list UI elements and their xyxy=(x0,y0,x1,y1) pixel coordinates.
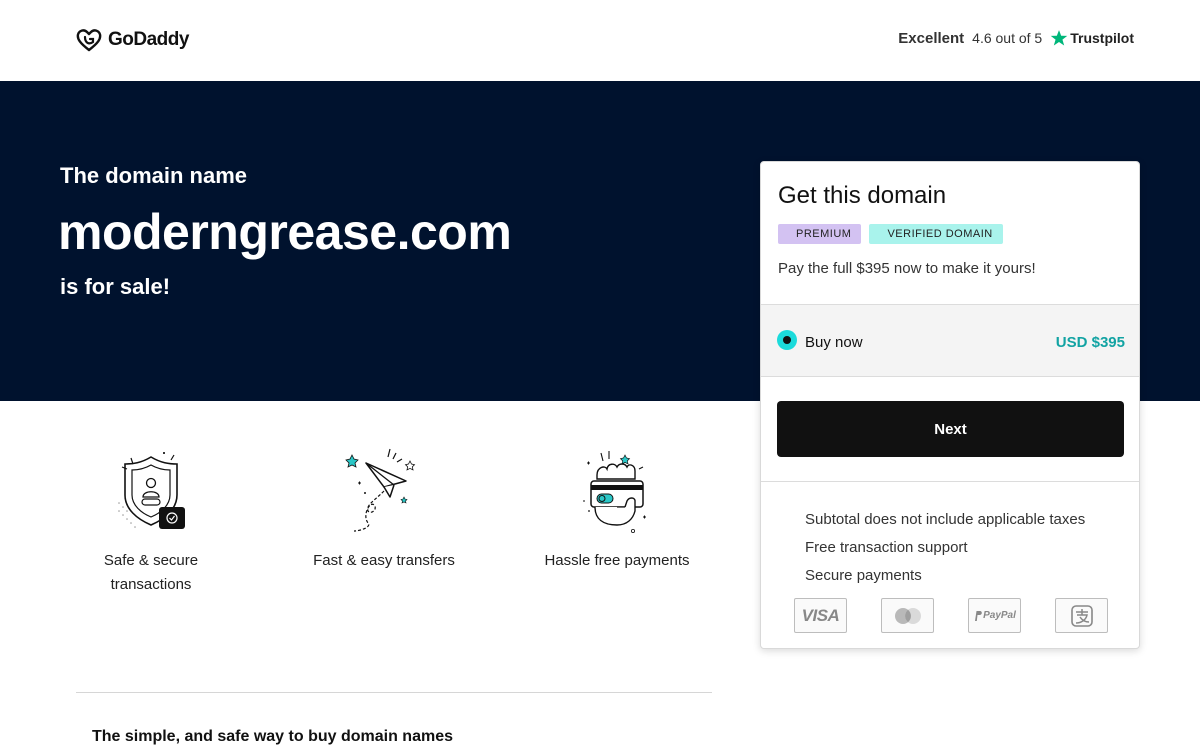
card-divider xyxy=(761,481,1139,482)
hero-pre-title: The domain name xyxy=(60,163,248,188)
info-line-secure: Secure payments xyxy=(805,567,922,584)
paypal-p-icon xyxy=(975,610,982,621)
logo-text: GoDaddy xyxy=(108,29,189,50)
top-header: GoDaddy Excellent 4.6 out of 5 Trustpilo… xyxy=(0,0,1200,81)
feature-label: Fast & easy transfers xyxy=(313,552,455,569)
radio-selected-dot xyxy=(783,336,791,344)
shield-lock-icon xyxy=(118,452,185,529)
payment-methods: VISA PayPal xyxy=(794,598,1108,633)
info-line-taxes: Subtotal does not include applicable tax… xyxy=(805,511,1086,528)
purchase-card: Get this domain PREMIUM VERIFIED DOMAIN … xyxy=(760,161,1140,649)
trust-score: 4.6 out of 5 xyxy=(972,30,1043,46)
buy-now-label: Buy now xyxy=(805,334,863,351)
feature-label: Safe & secure transactions xyxy=(103,552,199,593)
buy-now-radio[interactable] xyxy=(777,330,797,350)
trustpilot-rating[interactable]: Excellent 4.6 out of 5 Trustpilot xyxy=(898,29,1134,47)
feature-fast-transfers: Fast & easy transfers xyxy=(299,445,469,573)
price-description: Pay the full $395 now to make it yours! xyxy=(778,260,1036,277)
godaddy-logo[interactable]: GoDaddy xyxy=(76,28,189,52)
section-divider xyxy=(76,692,712,693)
visa-text: VISA xyxy=(801,605,840,625)
verified-domain-badge: VERIFIED DOMAIN xyxy=(869,224,1003,244)
domain-badges: PREMIUM VERIFIED DOMAIN xyxy=(778,224,1003,244)
paper-plane-icon xyxy=(345,448,416,532)
mastercard-icon xyxy=(881,598,934,633)
buy-now-price: USD $395 xyxy=(1055,334,1125,351)
trustpilot-brand: Trustpilot xyxy=(1050,29,1134,47)
feature-label: Hassle free payments xyxy=(544,552,690,569)
hand-card-icon xyxy=(583,451,646,534)
hero-post-title: is for sale! xyxy=(60,274,171,299)
mastercard-circles xyxy=(894,607,921,624)
card-title: Get this domain xyxy=(778,182,947,209)
section-heading: The simple, and safe way to buy domain n… xyxy=(92,728,453,745)
next-button[interactable]: Next xyxy=(777,401,1124,457)
info-line-support: Free transaction support xyxy=(805,539,968,556)
purchase-info-list: Subtotal does not include applicable tax… xyxy=(805,506,1085,590)
trustpilot-text: Trustpilot xyxy=(1070,30,1134,46)
paypal-icon: PayPal xyxy=(968,598,1021,633)
alipay-icon xyxy=(1055,598,1108,633)
feature-safe-secure: Safe & secure transactions xyxy=(66,445,236,597)
godaddy-heart-icon xyxy=(76,29,102,52)
feature-hassle-free: Hassle free payments xyxy=(532,445,702,573)
buy-now-option[interactable]: Buy now USD $395 xyxy=(761,304,1139,377)
alipay-glyph xyxy=(1070,604,1093,627)
paypal-text: PayPal xyxy=(983,610,1016,621)
visa-icon: VISA xyxy=(794,598,847,633)
domain-name-title: moderngrease.com xyxy=(58,204,512,260)
trust-rating-label: Excellent xyxy=(898,29,965,47)
trustpilot-star-icon xyxy=(1050,30,1068,46)
premium-badge: PREMIUM xyxy=(778,224,862,244)
